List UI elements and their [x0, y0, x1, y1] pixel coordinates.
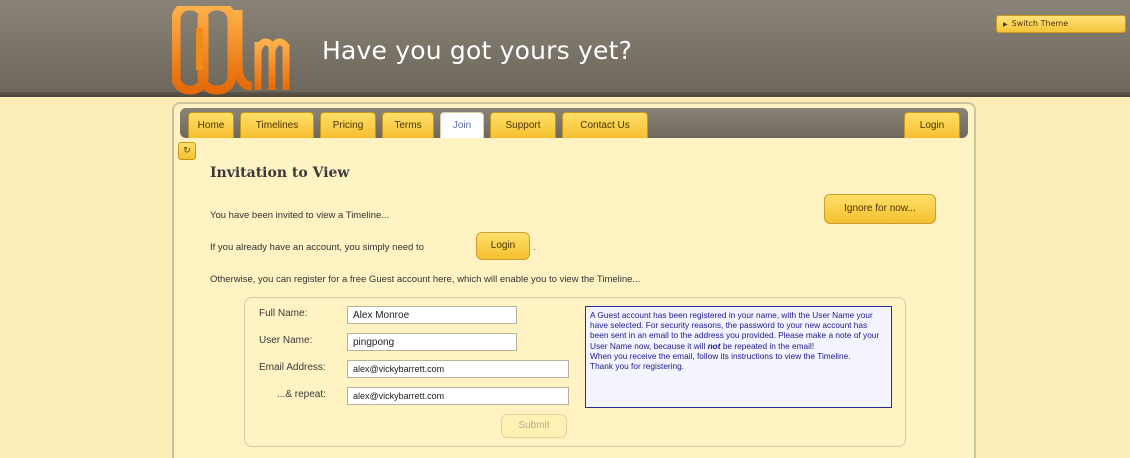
nav-login-button[interactable]: Login — [904, 112, 960, 138]
switch-theme-button[interactable]: ▶ Switch Theme — [996, 15, 1126, 33]
collapse-toggle-button[interactable]: ↻ — [178, 142, 196, 160]
guest-account-info-box: A Guest account has been registered in y… — [585, 306, 892, 408]
email-repeat-input[interactable]: alex@vickybarrett.com — [347, 387, 569, 405]
info-emphasis: not — [707, 340, 721, 351]
site-logo[interactable] — [172, 6, 294, 96]
tab-home[interactable]: Home — [188, 112, 234, 138]
info-text-4: Thank you for registering. — [590, 361, 685, 372]
tab-terms[interactable]: Terms — [382, 112, 434, 138]
email-repeat-label: ...& repeat: — [277, 389, 326, 400]
user-name-input[interactable]: pingpong — [347, 333, 517, 351]
login-prompt-suffix: . — [533, 242, 536, 253]
triangle-right-icon: ▶ — [1003, 21, 1008, 28]
email-input[interactable]: alex@vickybarrett.com — [347, 360, 569, 378]
email-label: Email Address: — [259, 362, 326, 373]
register-prompt-text: Otherwise, you can register for a free G… — [210, 274, 641, 285]
info-text-3: When you receive the email, follow its i… — [590, 350, 851, 361]
header-shadow-strip — [0, 92, 1130, 97]
switch-theme-label: Switch Theme — [1011, 19, 1069, 28]
login-button[interactable]: Login — [476, 232, 530, 260]
tab-pricing[interactable]: Pricing — [320, 112, 376, 138]
invite-text: You have been invited to view a Timeline… — [210, 210, 390, 221]
submit-button[interactable]: Submit — [501, 414, 567, 438]
tab-join[interactable]: Join — [440, 112, 484, 138]
full-name-input[interactable]: Alex Monroe — [347, 306, 517, 324]
header-tagline: Have you got yours yet? — [322, 36, 633, 65]
registration-form: Full Name: Alex Monroe User Name: pingpo… — [244, 297, 906, 447]
nav-bar: Home Timelines Pricing Terms Join Suppor… — [180, 108, 968, 138]
tab-support[interactable]: Support — [490, 112, 556, 138]
main-panel: Home Timelines Pricing Terms Join Suppor… — [172, 102, 976, 458]
page-title: Invitation to View — [210, 165, 350, 181]
info-text-2: be repeated in the email! — [722, 340, 815, 351]
tab-timelines[interactable]: Timelines — [240, 112, 314, 138]
refresh-icon: ↻ — [183, 146, 191, 156]
user-name-label: User Name: — [259, 335, 313, 346]
login-prompt-text: If you already have an account, you simp… — [210, 242, 424, 253]
tab-contact-us[interactable]: Contact Us — [562, 112, 648, 138]
ignore-for-now-button[interactable]: Ignore for now... — [824, 194, 936, 224]
full-name-label: Full Name: — [259, 308, 308, 319]
